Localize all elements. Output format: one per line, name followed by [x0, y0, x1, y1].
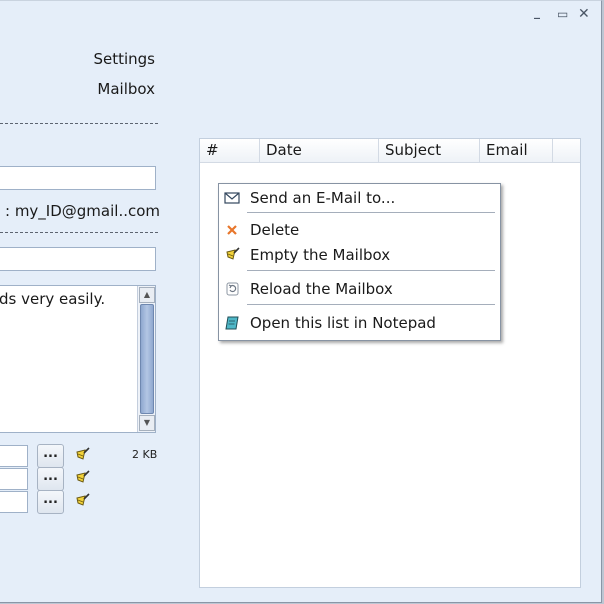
menu-separator — [247, 212, 495, 213]
attachment-input[interactable] — [0, 491, 28, 513]
close-icon[interactable]: ✕ — [578, 7, 590, 21]
menu-item-delete[interactable]: Delete — [219, 219, 500, 241]
attachment-size: 2 KB — [132, 448, 158, 461]
column-header-number[interactable]: # — [200, 139, 260, 162]
message-scrollbar[interactable]: ▲ ▼ — [137, 286, 155, 432]
column-header-date[interactable]: Date — [260, 139, 379, 162]
menu-item-open-notepad[interactable]: Open this list in Notepad — [219, 312, 500, 334]
broom-icon[interactable] — [74, 470, 90, 486]
notepad-icon — [225, 316, 239, 330]
divider — [0, 123, 158, 124]
recipient-input[interactable] — [0, 166, 156, 190]
message-textarea[interactable]: ds very easily. ▲ ▼ — [0, 285, 156, 433]
menu-item-label: Send an E-Mail to... — [250, 189, 396, 207]
broom-icon[interactable] — [74, 493, 90, 509]
browse-button[interactable]: ... — [37, 467, 64, 491]
delete-x-icon — [227, 225, 237, 235]
list-header: # Date Subject Email — [200, 139, 580, 163]
menu-item-label: Reload the Mailbox — [250, 280, 393, 298]
scroll-thumb[interactable] — [140, 304, 154, 414]
mailbox-link[interactable]: Mailbox — [97, 80, 155, 98]
menu-item-reload-mailbox[interactable]: Reload the Mailbox — [219, 278, 500, 300]
menu-item-label: Delete — [250, 221, 300, 239]
maximize-icon[interactable]: ▭ — [557, 7, 568, 21]
minimize-icon[interactable]: _ — [534, 5, 540, 19]
broom-icon — [226, 247, 240, 260]
menu-item-label: Open this list in Notepad — [250, 314, 436, 332]
account-email: : my_ID@gmail..com — [5, 202, 161, 220]
menu-separator — [247, 304, 495, 305]
menu-item-label: Empty the Mailbox — [250, 246, 391, 264]
context-menu: Send an E-Mail to... Delete Empty the Ma… — [218, 183, 501, 341]
column-header-email[interactable]: Email — [480, 139, 553, 162]
browse-button[interactable]: ... — [37, 444, 64, 468]
app-window: _ ▭ ✕ Settings Mailbox : my_ID@gmail..co… — [0, 0, 602, 603]
scroll-down-icon[interactable]: ▼ — [139, 415, 155, 431]
attachment-input[interactable] — [0, 468, 28, 490]
menu-item-send-email[interactable]: Send an E-Mail to... — [219, 187, 500, 209]
divider — [0, 232, 158, 233]
reload-icon — [226, 282, 239, 296]
menu-separator — [247, 270, 495, 271]
menu-item-empty-mailbox[interactable]: Empty the Mailbox — [219, 244, 500, 266]
browse-button[interactable]: ... — [37, 490, 64, 514]
attachment-input[interactable] — [0, 445, 28, 467]
envelope-icon — [224, 192, 240, 204]
column-header-subject[interactable]: Subject — [379, 139, 480, 162]
scroll-up-icon[interactable]: ▲ — [139, 287, 155, 303]
broom-icon[interactable] — [74, 447, 90, 463]
subject-input[interactable] — [0, 247, 156, 271]
settings-link[interactable]: Settings — [93, 50, 155, 68]
message-text: ds very easily. — [0, 290, 106, 308]
